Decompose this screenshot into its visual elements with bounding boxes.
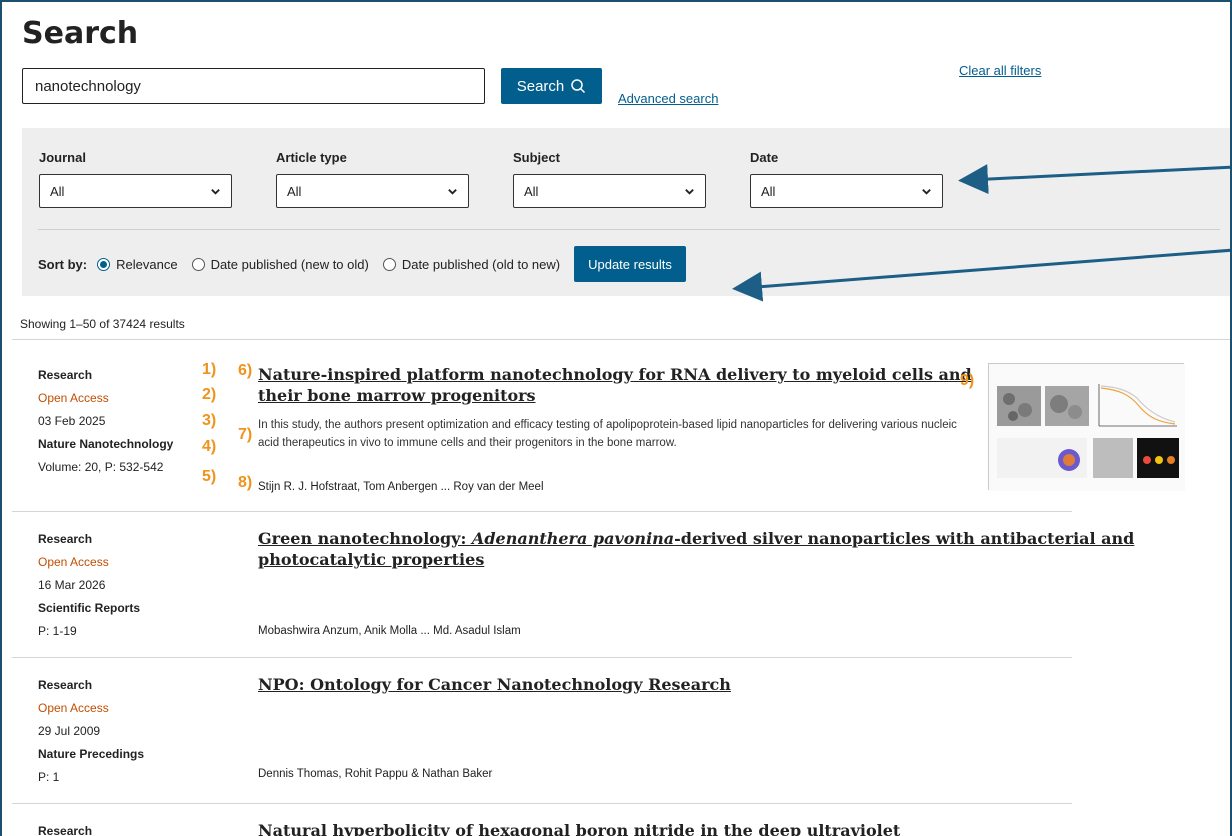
annotation-number: 6) (238, 362, 253, 379)
article-type: Research (38, 532, 93, 546)
sort-label: Sort by: (38, 256, 88, 272)
result-title-link[interactable]: Green nanotechnology: Adenanthera pavoni… (258, 528, 1158, 570)
sort-option-old-to-new[interactable]: Date published (old to new) (382, 256, 561, 272)
article-type-select[interactable]: All (276, 174, 469, 208)
annotation-number: 5) (202, 468, 217, 485)
row-divider (12, 657, 1072, 658)
result-meta: Research Open Access 16 Mar 2026 Scienti… (38, 528, 208, 643)
journal-name: Nature Nanotechnology (38, 437, 174, 451)
result-title-link[interactable]: Natural hyperbolicity of hexagonal boron… (258, 820, 1158, 836)
article-thumbnail[interactable] (988, 363, 1185, 491)
chevron-down-icon (685, 188, 694, 195)
volume-pages: P: 1-19 (38, 624, 77, 638)
open-access-badge: Open Access (38, 391, 109, 405)
date-select-value: All (761, 183, 776, 199)
annotation-number: 1) (202, 361, 217, 378)
result-snippet: In this study, the authors present optim… (258, 419, 957, 449)
annotation-number: 9) (960, 372, 975, 389)
result-meta: Research (38, 820, 208, 836)
result-meta: Research Open Access 03 Feb 2025 Nature … (38, 364, 208, 479)
advanced-search-link[interactable]: Advanced search (618, 91, 718, 106)
result-authors: Mobashwira Anzum, Anik Molla ... Md. Asa… (258, 625, 521, 637)
publication-date: 29 Jul 2009 (38, 724, 101, 738)
filter-panel: Journal All Article type All Subject All… (22, 128, 1230, 296)
result-meta: Research Open Access 29 Jul 2009 Nature … (38, 674, 208, 789)
sort-option-label: Date published (old to new) (401, 256, 561, 272)
result-authors: Dennis Thomas, Rohit Pappu & Nathan Bake… (258, 768, 493, 780)
row-divider (12, 803, 1072, 804)
chevron-down-icon (211, 188, 220, 195)
sort-option-relevance[interactable]: Relevance (97, 256, 178, 272)
journal-select-value: All (50, 183, 65, 199)
title-species: Adenanthera pavonina (471, 529, 675, 548)
page-frame: Search Search Advanced search Journal Al… (0, 0, 1232, 836)
radio[interactable] (382, 257, 396, 271)
results-count: Showing 1–50 of 37424 results (20, 317, 185, 331)
sort-option-label: Relevance (116, 256, 178, 272)
annotation-number: 3) (202, 412, 217, 429)
annotation-number: 7) (238, 426, 253, 443)
radio[interactable] (191, 257, 205, 271)
publication-date: 03 Feb 2025 (38, 414, 106, 428)
panel-divider (38, 229, 1220, 230)
annotation-number: 4) (202, 438, 217, 455)
result-title-link[interactable]: Nature-inspired platform nanotechnology … (258, 364, 978, 406)
sort-row: Sort by: Relevance Date published (new t… (38, 246, 686, 282)
annotation-number: 2) (202, 386, 217, 403)
radio-selected[interactable] (97, 257, 111, 271)
article-type: Research (38, 678, 93, 692)
results-divider (12, 339, 1230, 340)
publication-date: 16 Mar 2026 (38, 578, 106, 592)
journal-select[interactable]: All (39, 174, 232, 208)
search-input[interactable] (22, 68, 485, 104)
subject-select[interactable]: All (513, 174, 706, 208)
update-results-button[interactable]: Update results (574, 246, 686, 282)
journal-name: Nature Precedings (38, 747, 145, 761)
subject-select-value: All (524, 183, 539, 199)
open-access-badge: Open Access (38, 555, 109, 569)
sort-option-new-to-old[interactable]: Date published (new to old) (191, 256, 369, 272)
volume-pages: Volume: 20, P: 532-542 (38, 460, 164, 474)
date-select[interactable]: All (750, 174, 943, 208)
open-access-badge: Open Access (38, 701, 109, 715)
title-prefix: Green nanotechnology: (258, 529, 472, 548)
search-button-label: Search (516, 77, 565, 95)
annotation-number: 8) (238, 474, 253, 491)
row-divider (12, 511, 1072, 512)
sort-option-label: Date published (new to old) (210, 256, 369, 272)
result-title-link[interactable]: NPO: Ontology for Cancer Nanotechnology … (258, 674, 1158, 695)
filter-label-journal: Journal (39, 150, 86, 165)
filter-label-article-type: Article type (276, 150, 347, 165)
page-title: Search (22, 16, 139, 51)
search-button[interactable]: Search (501, 68, 602, 104)
chevron-down-icon (448, 188, 457, 195)
filter-label-date: Date (750, 150, 779, 165)
volume-pages: P: 1 (38, 770, 60, 784)
filter-label-subject: Subject (513, 150, 560, 165)
magnifier-icon (571, 79, 586, 94)
journal-name: Scientific Reports (38, 601, 141, 615)
figure-thumbnail-graphic (989, 364, 1185, 491)
clear-filters-link[interactable]: Clear all filters (959, 63, 1041, 78)
article-type: Research (38, 824, 93, 836)
result-authors: Stijn R. J. Hofstraat, Tom Anbergen ... … (258, 481, 544, 493)
article-type: Research (38, 368, 93, 382)
article-type-select-value: All (287, 183, 302, 199)
chevron-down-icon (922, 188, 931, 195)
